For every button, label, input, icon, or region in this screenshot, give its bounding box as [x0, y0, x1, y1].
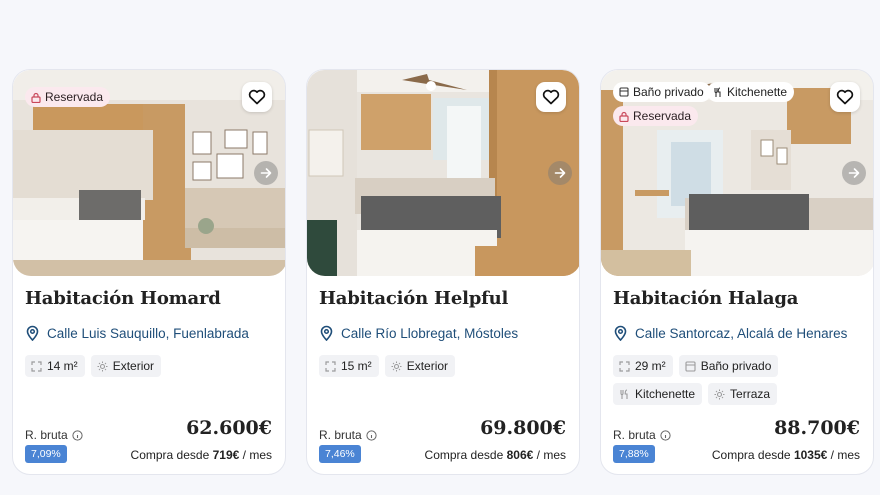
sun-icon: [97, 361, 108, 371]
arrow-right-icon: [260, 168, 272, 178]
area-icon: [619, 360, 630, 372]
private-bath-tag-label: Baño privado: [633, 85, 704, 99]
monthly-payment: Compra desde 1035€ / mes: [712, 448, 860, 462]
area-icon: [31, 360, 42, 372]
monthly-payment: Compra desde 806€ / mes: [425, 448, 566, 462]
reserved-tag: Reservada: [25, 87, 111, 107]
monthly-suffix: / mes: [536, 448, 566, 462]
reserved-tag-label: Reservada: [45, 90, 104, 104]
kitchenette-tag: Kitchenette: [707, 82, 795, 102]
address-text: Calle Río Llobregat, Móstoles: [341, 325, 519, 341]
feature-chip-label: 14 m²: [47, 359, 78, 373]
rentability-badge: 7,09%: [25, 445, 67, 463]
listing-price: 88.700€: [774, 417, 860, 439]
info-icon[interactable]: [660, 429, 671, 441]
area-icon: [325, 360, 336, 372]
cutlery-icon: [714, 86, 721, 97]
feature-chip: Exterior: [90, 355, 162, 377]
listing-address: Calle Santorcaz, Alcalá de Henares: [613, 325, 847, 341]
rentability-label: R. bruta: [613, 428, 671, 442]
feature-chip: 14 m²: [25, 355, 85, 377]
rentability-badge: 7,88%: [613, 445, 655, 463]
location-pin-icon: [320, 325, 333, 341]
listing-card[interactable]: Baño privado Kitchenette Reservada Habit…: [600, 69, 874, 475]
feature-chip: Exterior: [384, 355, 456, 377]
listing-title[interactable]: Habitación Homard: [25, 288, 221, 309]
features-list: 15 m² Exterior: [319, 355, 574, 377]
feature-chip: Baño privado: [678, 355, 779, 377]
rentability-label: R. bruta: [25, 428, 83, 442]
rentability-label: R. bruta: [319, 428, 377, 442]
listing-card[interactable]: Habitación Helpful Calle Río Llobregat, …: [306, 69, 580, 475]
monthly-suffix: / mes: [242, 448, 272, 462]
monthly-prefix: Compra desde: [130, 448, 210, 462]
sun-icon: [714, 389, 725, 399]
kitchenette-tag-label: Kitchenette: [727, 85, 788, 99]
sun-icon: [391, 361, 402, 371]
address-text: Calle Luis Sauquillo, Fuenlabrada: [47, 325, 249, 341]
listing-address: Calle Río Llobregat, Móstoles: [319, 325, 518, 341]
info-icon[interactable]: [366, 429, 377, 441]
features-list: 29 m² Baño privado Kitchenette Terraza: [613, 355, 868, 405]
location-pin-icon: [614, 325, 627, 341]
feature-chip: Kitchenette: [613, 383, 703, 405]
bath-icon: [685, 360, 696, 372]
feature-chip: Terraza: [708, 383, 778, 405]
heart-icon: [542, 89, 560, 105]
arrow-right-icon: [848, 168, 860, 178]
features-list: 14 m² Exterior: [25, 355, 280, 377]
arrow-right-icon: [554, 168, 566, 178]
feature-chip-label: Baño privado: [700, 359, 772, 373]
feature-chip-label: Kitchenette: [635, 387, 696, 401]
feature-chip-label: Exterior: [112, 359, 155, 373]
lock-icon: [619, 111, 629, 122]
monthly-prefix: Compra desde: [711, 448, 791, 462]
monthly-amount: 1035€: [793, 448, 828, 462]
listing-price: 62.600€: [186, 417, 272, 439]
favorite-button[interactable]: [242, 82, 272, 112]
monthly-prefix: Compra desde: [424, 448, 504, 462]
listing-address: Calle Luis Sauquillo, Fuenlabrada: [25, 325, 249, 341]
next-photo-button[interactable]: [548, 161, 572, 185]
feature-chip: 15 m²: [319, 355, 379, 377]
monthly-payment: Compra desde 719€ / mes: [131, 448, 272, 462]
monthly-amount: 806€: [506, 448, 534, 462]
heart-icon: [248, 89, 266, 105]
feature-chip-label: 29 m²: [635, 359, 666, 373]
bath-icon: [619, 87, 629, 97]
lock-icon: [31, 92, 41, 103]
favorite-button[interactable]: [830, 82, 860, 112]
heart-icon: [836, 89, 854, 105]
feature-chip-label: Terraza: [730, 387, 771, 401]
private-bath-tag: Baño privado: [613, 82, 711, 102]
feature-chip-label: Exterior: [406, 359, 449, 373]
listing-price: 69.800€: [480, 417, 566, 439]
reserved-tag-label: Reservada: [633, 109, 692, 123]
next-photo-button[interactable]: [842, 161, 866, 185]
listing-title[interactable]: Habitación Helpful: [319, 288, 508, 309]
reserved-tag: Reservada: [613, 106, 699, 126]
rentability-label-text: R. bruta: [613, 428, 656, 442]
monthly-amount: 719€: [212, 448, 240, 462]
feature-chip-label: 15 m²: [341, 359, 372, 373]
rentability-badge: 7,46%: [319, 445, 361, 463]
info-icon[interactable]: [72, 429, 83, 441]
listing-card[interactable]: Reservada Habitación Homard Calle Luis S…: [12, 69, 286, 475]
address-text: Calle Santorcaz, Alcalá de Henares: [635, 325, 848, 341]
monthly-suffix: / mes: [830, 448, 860, 462]
feature-chip: 29 m²: [613, 355, 673, 377]
rentability-label-text: R. bruta: [319, 428, 362, 442]
next-photo-button[interactable]: [254, 161, 278, 185]
rentability-label-text: R. bruta: [25, 428, 68, 442]
favorite-button[interactable]: [536, 82, 566, 112]
listing-title[interactable]: Habitación Halaga: [613, 288, 798, 309]
location-pin-icon: [26, 325, 39, 341]
cutlery-icon: [620, 388, 628, 399]
